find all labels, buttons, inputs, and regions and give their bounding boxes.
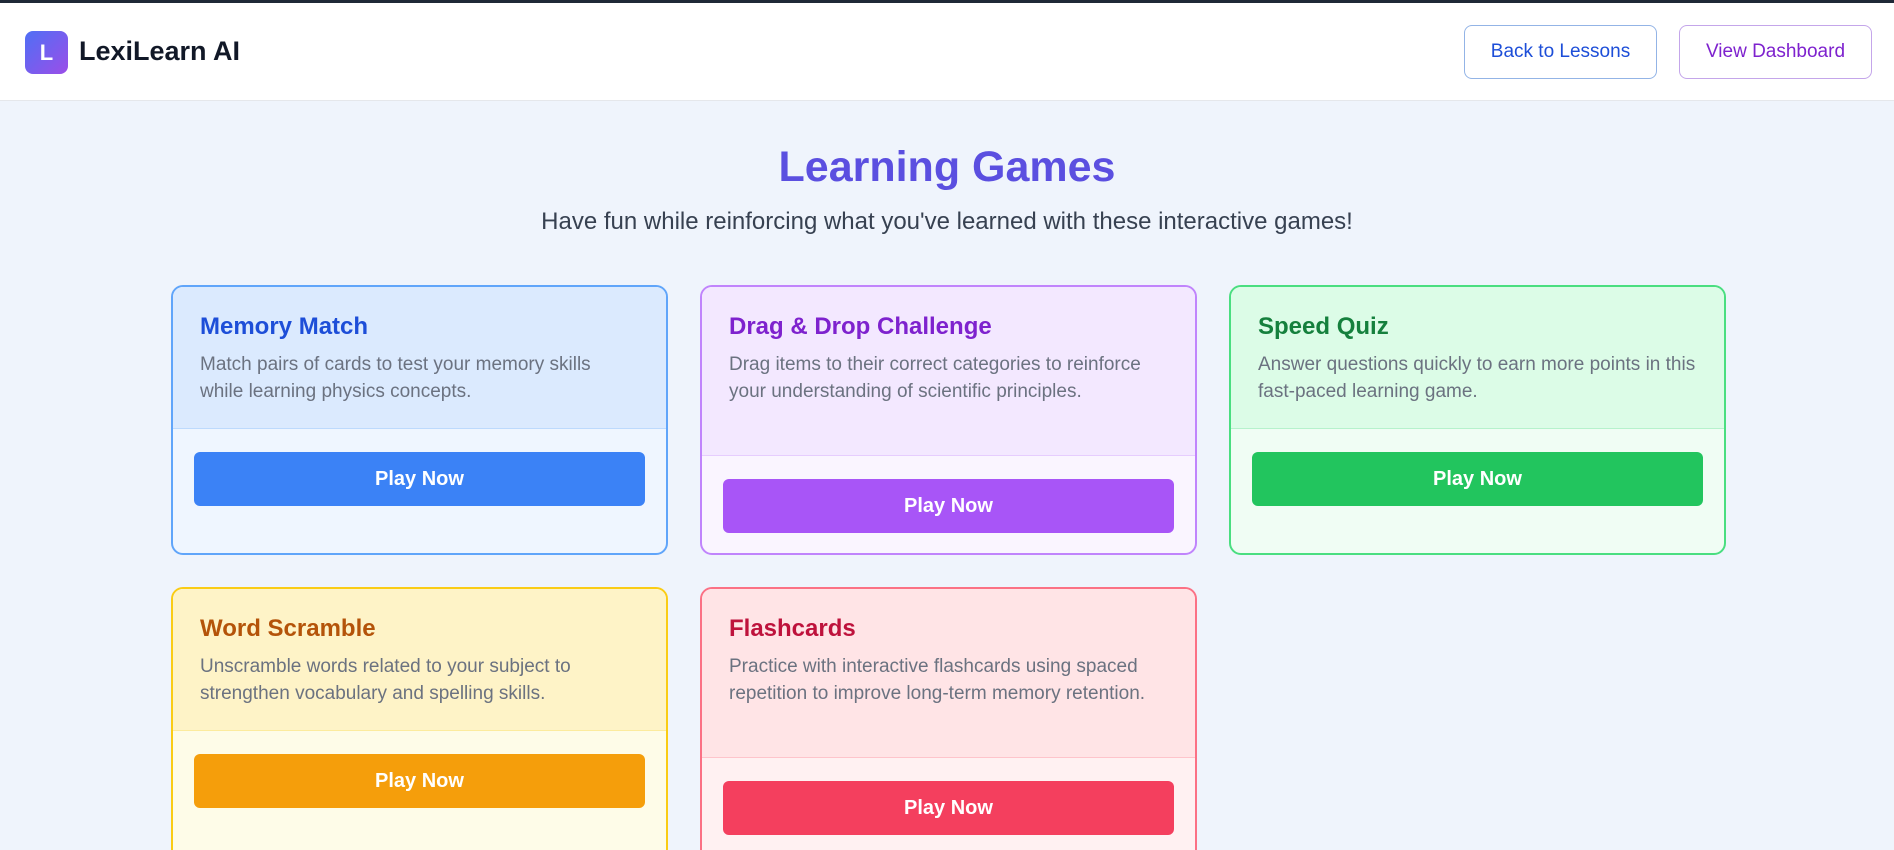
- game-description: Drag items to their correct categories t…: [729, 354, 1141, 402]
- games-main: Learning Games Have fun while reinforcin…: [0, 101, 1894, 850]
- card-divider: [702, 757, 1195, 758]
- play-now-button[interactable]: Play Now: [194, 452, 645, 506]
- page-subtitle: Have fun while reinforcing what you've l…: [541, 208, 1353, 235]
- logo-icon: L: [25, 31, 68, 74]
- game-title: Memory Match: [200, 313, 369, 340]
- top-navbar: L LexiLearn AI Back to Lessons View Dash…: [0, 3, 1894, 101]
- card-divider: [702, 455, 1195, 456]
- play-now-button[interactable]: Play Now: [194, 754, 645, 808]
- game-description: Answer questions quickly to earn more po…: [1258, 354, 1696, 402]
- card-divider: [1231, 428, 1724, 429]
- game-description: Unscramble words related to your subject…: [200, 656, 571, 704]
- back-to-lessons-button[interactable]: Back to Lessons: [1464, 25, 1657, 79]
- page-title: Learning Games: [778, 143, 1116, 191]
- game-card-flashcards: Flashcards Practice with interactive fla…: [700, 587, 1197, 850]
- game-title: Flashcards: [729, 615, 856, 642]
- game-title: Speed Quiz: [1258, 313, 1389, 340]
- game-card-memory-match: Memory Match Match pairs of cards to tes…: [171, 285, 668, 555]
- view-dashboard-button[interactable]: View Dashboard: [1679, 25, 1872, 79]
- game-card-drag-drop: Drag & Drop Challenge Drag items to thei…: [700, 285, 1197, 555]
- card-divider: [173, 730, 666, 731]
- app-name: LexiLearn AI: [79, 36, 241, 66]
- game-description: Match pairs of cards to test your memory…: [200, 354, 591, 402]
- game-description: Practice with interactive flashcards usi…: [729, 656, 1146, 704]
- game-title: Drag & Drop Challenge: [729, 313, 992, 340]
- play-now-button[interactable]: Play Now: [723, 781, 1174, 835]
- card-divider: [173, 428, 666, 429]
- game-title: Word Scramble: [200, 615, 376, 642]
- game-card-word-scramble: Word Scramble Unscramble words related t…: [171, 587, 668, 850]
- game-card-speed-quiz: Speed Quiz Answer questions quickly to e…: [1229, 285, 1726, 555]
- play-now-button[interactable]: Play Now: [723, 479, 1174, 533]
- play-now-button[interactable]: Play Now: [1252, 452, 1703, 506]
